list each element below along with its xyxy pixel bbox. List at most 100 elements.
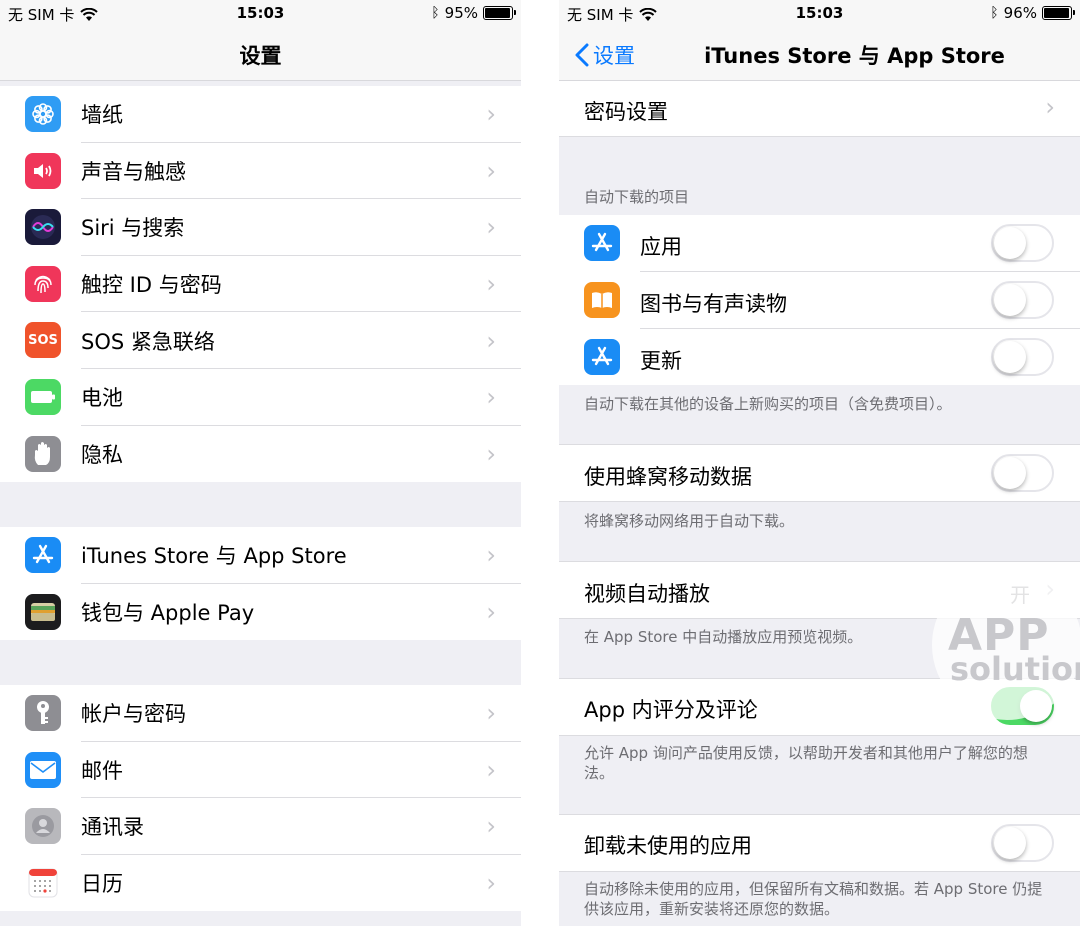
sound-icon [25,152,61,189]
settings-row[interactable]: iTunes Store 与 App Store › [0,527,521,584]
settings-row[interactable]: 邮件 › [0,742,521,799]
fingerprint-icon [25,265,61,302]
settings-row[interactable]: 通讯录 › [0,798,521,855]
video-autoplay-label: 视频自动播放 [584,582,710,606]
settings-screen: 无 SIM 卡 15:03 ᛒ 95% 设置 墙纸 › 声音与触感 › Siri 与搜索… [0,0,521,926]
chevron-right-icon: › [486,156,496,185]
sos-icon: SOS [25,322,61,359]
auto-download-updates-label: 更新 [640,349,682,373]
battery-icon [25,379,61,415]
app-store-icon [25,537,61,573]
bluetooth-icon: ᛒ [990,5,999,21]
settings-group-1: 墙纸 › 声音与触感 › Siri 与搜索 › 触控 ID 与密码 › SOS SOS 紧急联络 ›… [0,86,521,483]
chevron-right-icon: › [1045,93,1055,121]
offload-apps-label: 卸载未使用的应用 [584,834,752,858]
siri-icon [25,209,61,246]
chevron-right-icon: › [486,100,496,129]
offload-apps-toggle[interactable] [991,824,1054,862]
auto-download-books-toggle[interactable] [991,281,1054,319]
password-settings-label: 密码设置 [584,100,668,124]
back-button[interactable]: 设置 [575,40,635,70]
battery-status: ᛒ 96% [990,4,1075,22]
navigation-bar: 设置 iTunes Store 与 App Store [559,28,1080,81]
ratings-reviews-footer: 允许 App 询问产品使用反馈，以帮助开发者和其他用户了解您的想法。 [584,744,1028,782]
wallet-icon [25,593,61,630]
battery-icon [1042,6,1075,20]
battery-icon [483,6,516,20]
auto-download-updates-row: 更新 [559,329,1080,385]
settings-group-2: iTunes Store 与 App Store › 钱包与 Apple Pay › [0,527,521,641]
settings-row-label: 声音与触感 [81,159,186,184]
settings-row[interactable]: 日历 › [0,855,521,912]
settings-row[interactable]: 钱包与 Apple Pay › [0,584,521,641]
settings-group-3: 帐户与密码 › 邮件 › 通讯录 › 日历 › [0,685,521,912]
settings-row[interactable]: Siri 与搜索 › [0,199,521,256]
app-store-icon [584,339,620,375]
page-title: iTunes Store 与 App Store [704,44,1005,68]
auto-download-footer: 自动下载在其他的设备上新购买的项目（含免费项目）。 [584,395,952,413]
settings-row[interactable]: 隐私 › [0,426,521,483]
settings-row[interactable]: 触控 ID 与密码 › [0,256,521,313]
settings-row-label: SOS 紧急联络 [81,329,215,354]
settings-row[interactable]: 声音与触感 › [0,143,521,200]
settings-row-label: 电池 [81,386,123,411]
auto-download-books-row: 图书与有声读物 [559,272,1080,328]
settings-row-label: 隐私 [81,442,123,467]
chevron-right-icon: › [486,869,496,898]
app-store-icon [584,225,620,261]
chevron-right-icon: › [486,439,496,468]
cellular-data-label: 使用蜂窝移动数据 [584,465,752,489]
chevron-right-icon: › [486,699,496,728]
auto-download-apps-toggle[interactable] [991,224,1054,262]
chevron-right-icon: › [486,326,496,355]
wallpaper-icon [25,96,61,132]
contacts-icon [25,808,61,845]
auto-download-books-label: 图书与有声读物 [640,292,787,316]
settings-row-label: 帐户与密码 [81,702,186,727]
chevron-right-icon: › [486,597,496,626]
hand-icon [25,435,61,472]
battery-percent: 95% [444,4,478,22]
settings-row[interactable]: 墙纸 › [0,86,521,143]
settings-row[interactable]: 电池 › [0,369,521,426]
battery-percent: 96% [1003,4,1037,22]
settings-row-label: 通讯录 [81,815,144,840]
cellular-data-cell: 使用蜂窝移动数据 [559,445,1080,501]
battery-status: ᛒ 95% [431,4,516,22]
watermark-text-solution: solution [950,650,1080,688]
sos-icon-text: SOS [28,332,58,348]
auto-download-updates-toggle[interactable] [991,338,1054,376]
chevron-right-icon: › [486,755,496,784]
cellular-data-footer: 将蜂窝移动网络用于自动下载。 [584,512,795,530]
books-icon [584,282,620,318]
status-bar: 无 SIM 卡 15:03 ᛒ 95% [0,0,521,28]
settings-row-label: 日历 [81,872,123,897]
password-settings-cell[interactable]: 密码设置 › [559,81,1080,136]
chevron-right-icon: › [486,812,496,841]
settings-row-label: 钱包与 Apple Pay [81,600,255,625]
page-title: 设置 [239,44,282,68]
chevron-left-icon [575,43,589,67]
bluetooth-icon: ᛒ [431,5,440,21]
status-bar: 无 SIM 卡 15:03 ᛒ 96% [559,0,1080,28]
settings-row-label: iTunes Store 与 App Store [81,544,347,569]
ratings-reviews-label: App 内评分及评论 [584,698,758,722]
key-icon [25,695,61,731]
settings-row-label: 墙纸 [81,103,123,128]
chevron-right-icon: › [486,383,496,412]
chevron-right-icon: › [486,213,496,242]
auto-download-apps-row: 应用 [559,215,1080,271]
auto-download-header: 自动下载的项目 [584,188,690,206]
offload-apps-footer: 自动移除未使用的应用，但保留所有文稿和数据。若 App Store 仍提供该应用… [584,880,1043,918]
offload-apps-cell: 卸载未使用的应用 [559,815,1080,871]
settings-row[interactable]: 帐户与密码 › [0,685,521,742]
settings-row-label: 触控 ID 与密码 [81,273,222,298]
store-settings-screen: 无 SIM 卡 15:03 ᛒ 96% 设置 iTunes Store 与 Ap… [559,0,1080,926]
cellular-data-toggle[interactable] [991,454,1054,492]
mail-icon [25,751,61,788]
chevron-right-icon: › [486,541,496,570]
calendar-icon [25,864,61,901]
settings-row[interactable]: SOS SOS 紧急联络 › [0,312,521,369]
settings-row-label: Siri 与搜索 [81,216,185,241]
navigation-bar: 设置 [0,28,521,81]
